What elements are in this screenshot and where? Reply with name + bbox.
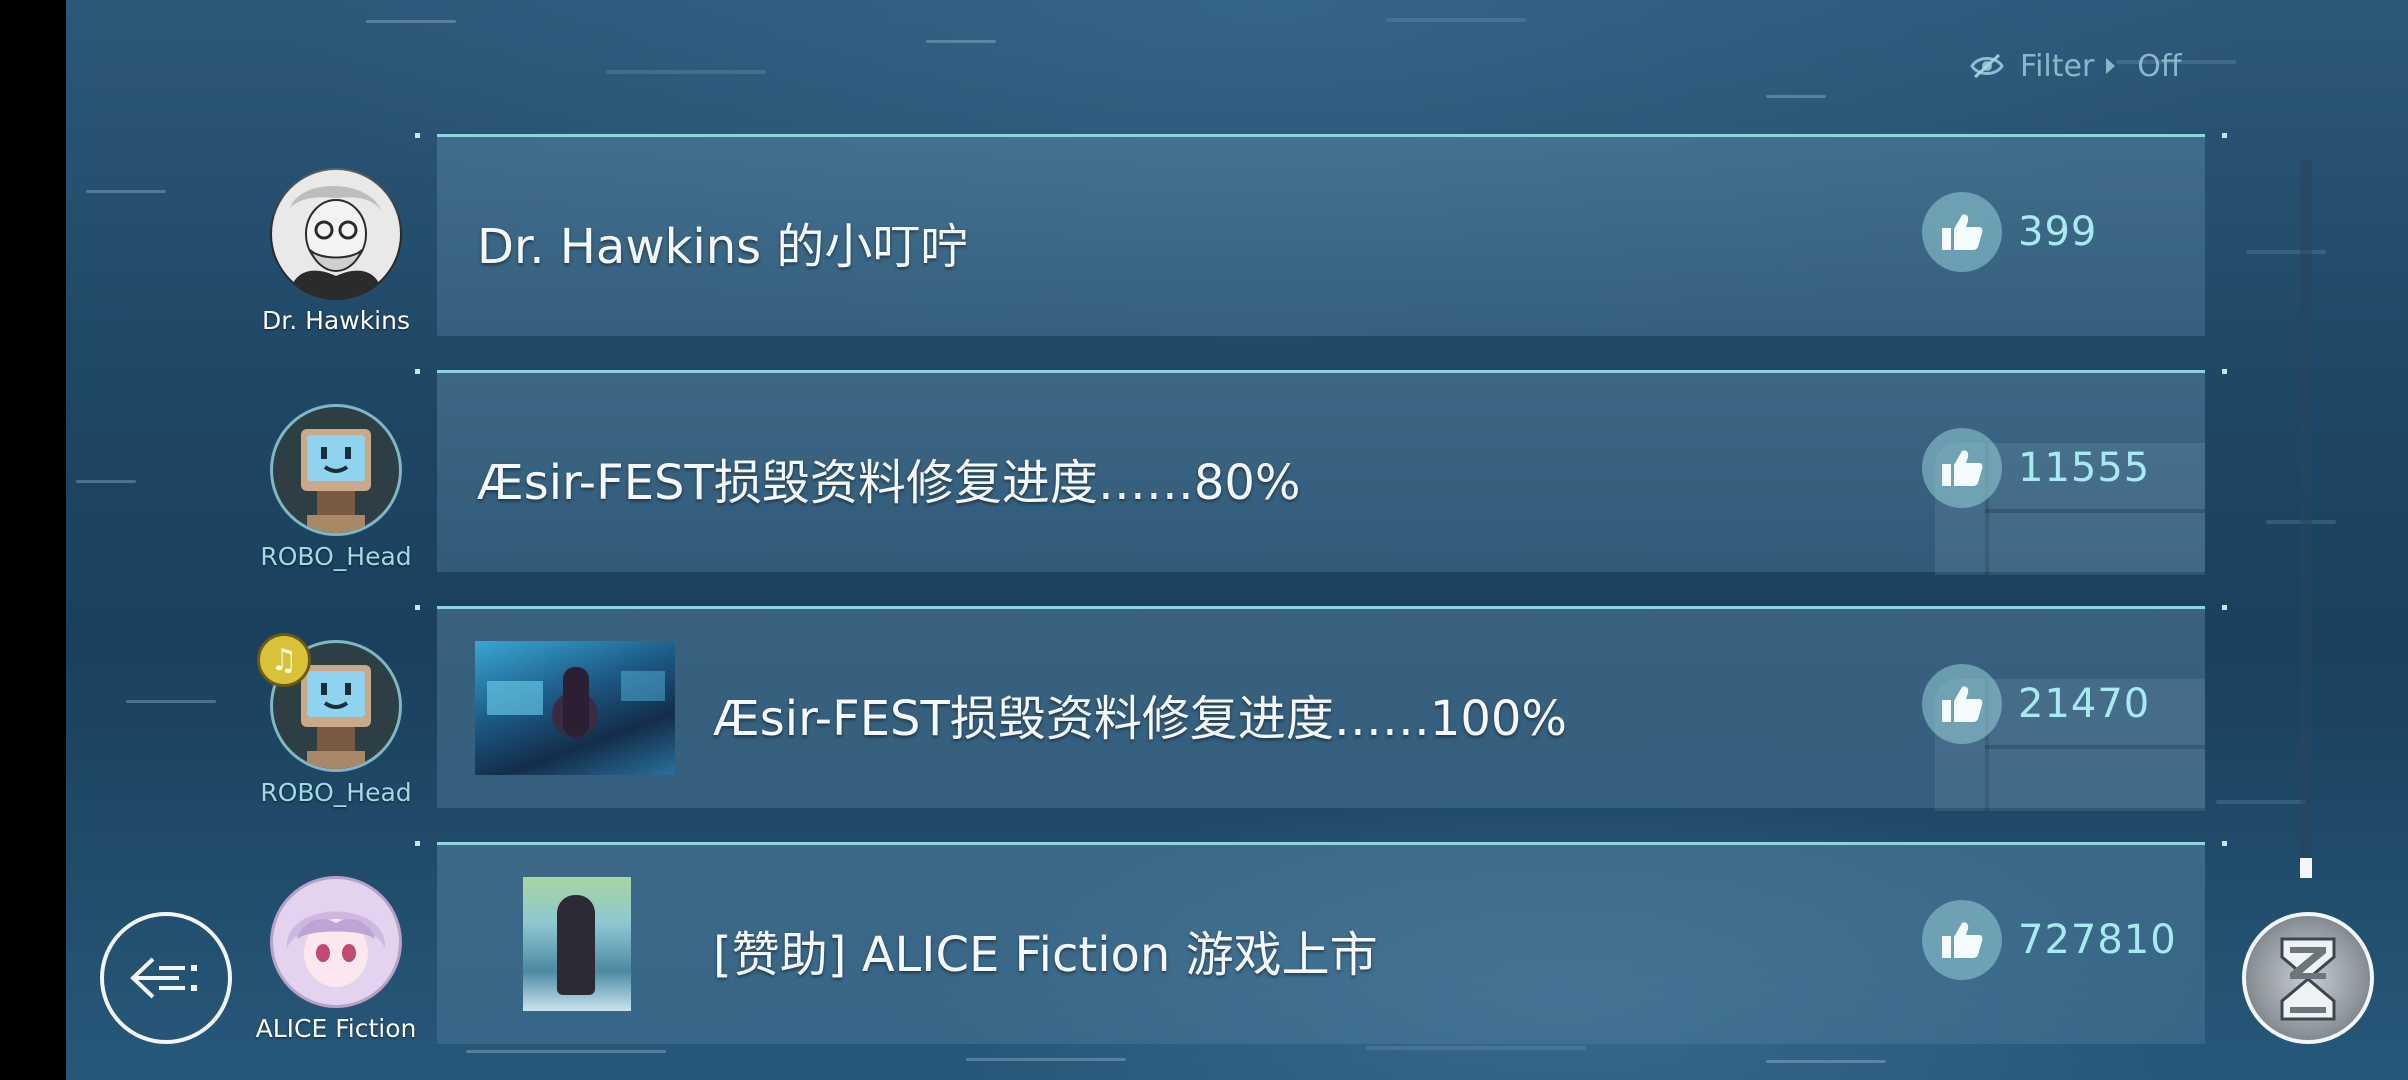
like-button[interactable]: 399 — [1922, 192, 2097, 272]
filter-label: Filter — [2020, 48, 2095, 84]
left-black-bar — [0, 0, 66, 1080]
caret-right-icon — [2106, 58, 2116, 74]
like-button[interactable]: 21470 — [1922, 664, 2150, 744]
thumbs-up-icon — [1922, 900, 2002, 980]
like-button[interactable]: 727810 — [1922, 900, 2177, 980]
author-robo-head[interactable]: ROBO_Head — [253, 404, 419, 571]
like-count: 399 — [2018, 209, 2098, 255]
post-thumbnail — [523, 877, 631, 1011]
scrollbar-track[interactable] — [2300, 160, 2312, 872]
author-alice-fiction[interactable]: ALICE Fiction — [253, 876, 419, 1043]
filter-toggle[interactable]: Filter Off — [1970, 48, 2182, 84]
username: Dr. Hawkins — [262, 306, 410, 335]
username: ROBO_Head — [260, 542, 412, 571]
like-button[interactable]: 11555 — [1922, 428, 2150, 508]
screen: Filter Off Dr. Hawkins Dr. Hawkins 的小叮咛 … — [0, 0, 2408, 1080]
post-row[interactable]: Dr. Hawkins 的小叮咛 399 — [415, 133, 2227, 336]
post-row[interactable]: [赞助] ALICE Fiction 游戏上市 727810 — [415, 841, 2227, 1044]
avatar — [270, 168, 402, 300]
username: ROBO_Head — [260, 778, 412, 807]
thumbs-up-icon — [1922, 192, 2002, 272]
scrollbar-thumb[interactable] — [2300, 858, 2312, 878]
filter-value: Off — [2137, 48, 2182, 84]
hourglass-emblem-icon — [2280, 937, 2336, 1021]
post-row[interactable]: Æsir-FEST损毁资料修复进度……100% 21470 — [415, 605, 2227, 811]
thumbs-up-icon — [1922, 428, 2002, 508]
post-row[interactable]: Æsir-FEST损毁资料修复进度……80% 11555 — [415, 369, 2227, 575]
post-title: Æsir-FEST损毁资料修复进度……80% — [477, 455, 1301, 511]
back-arrow-icon — [130, 957, 197, 999]
thumbs-up-icon — [1922, 664, 2002, 744]
avatar — [270, 876, 402, 1008]
back-button[interactable] — [100, 912, 232, 1044]
music-note-icon: ♫ — [257, 633, 311, 687]
avatar — [270, 404, 402, 536]
menu-emblem-button[interactable] — [2242, 912, 2374, 1044]
post-title: Dr. Hawkins 的小叮咛 — [477, 219, 969, 275]
post-title: Æsir-FEST损毁资料修复进度……100% — [713, 691, 1568, 747]
eye-slash-icon — [1970, 53, 2004, 79]
post-title: [赞助] ALICE Fiction 游戏上市 — [713, 927, 1378, 983]
like-count: 21470 — [2018, 681, 2151, 727]
author-dr-hawkins[interactable]: Dr. Hawkins — [253, 168, 419, 335]
like-count: 727810 — [2018, 917, 2177, 963]
post-thumbnail — [475, 641, 675, 775]
username: ALICE Fiction — [255, 1014, 417, 1043]
like-count: 11555 — [2018, 445, 2151, 491]
